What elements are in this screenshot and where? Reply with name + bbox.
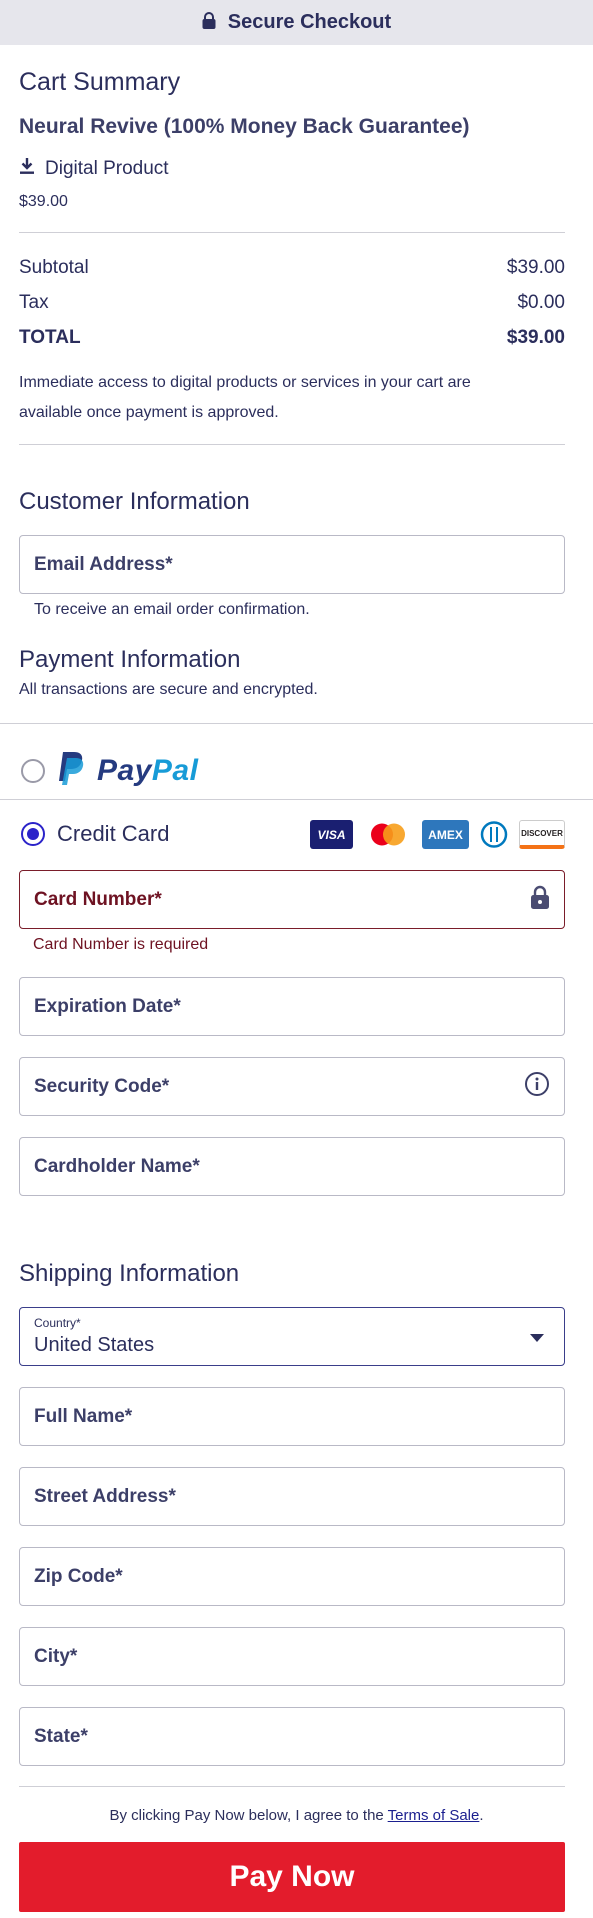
mastercard-icon <box>366 820 410 849</box>
cart-summary-heading: Cart Summary <box>19 68 181 96</box>
subtotal-value: $39.00 <box>506 257 565 278</box>
product-price: $39.00 <box>19 193 68 210</box>
divider <box>19 1786 565 1787</box>
payment-subheading: All transactions are secure and encrypte… <box>19 681 318 698</box>
email-hint: To receive an email order confirmation. <box>34 601 310 618</box>
header-title: Secure Checkout <box>227 11 392 33</box>
terms-of-sale-link[interactable]: Terms of Sale <box>388 1807 480 1824</box>
divider <box>0 723 593 724</box>
credit-card-option[interactable]: Credit Card <box>21 821 169 847</box>
lock-icon <box>202 11 216 34</box>
access-note-line: Immediate access to digital products or … <box>19 374 471 391</box>
credit-card-radio[interactable] <box>21 822 45 846</box>
country-select[interactable]: Country* United States <box>19 1307 565 1366</box>
access-note: Immediate access to digital products or … <box>19 368 565 428</box>
card-number-error: Card Number is required <box>33 936 209 953</box>
tax-label: Tax <box>19 292 49 313</box>
product-type-label: Digital Product <box>45 157 169 179</box>
diners-icon <box>478 820 510 849</box>
secure-checkout-header: Secure Checkout <box>0 0 593 45</box>
city-label: City* <box>34 1645 78 1667</box>
product-name: Neural Revive (100% Money Back Guarantee… <box>19 115 470 138</box>
email-label: Email Address* <box>34 553 173 575</box>
product-type: Digital Product <box>19 157 169 180</box>
state-field[interactable]: State* <box>19 1707 565 1766</box>
download-icon <box>19 157 35 180</box>
amex-icon: AMEX <box>422 820 469 849</box>
payment-info-heading: Payment Information <box>19 646 241 673</box>
zip-code-label: Zip Code* <box>34 1565 123 1587</box>
country-label: Country* <box>34 1316 81 1330</box>
zip-code-field[interactable]: Zip Code* <box>19 1547 565 1606</box>
security-code-field[interactable]: Security Code* <box>19 1057 565 1116</box>
divider <box>19 232 565 233</box>
subtotal-label: Subtotal <box>19 257 89 278</box>
cardholder-name-label: Cardholder Name* <box>34 1155 200 1177</box>
card-number-field[interactable]: Card Number* <box>19 870 565 929</box>
divider <box>19 444 565 445</box>
full-name-label: Full Name* <box>34 1405 133 1427</box>
cardholder-name-field[interactable]: Cardholder Name* <box>19 1137 565 1196</box>
terms-agreement: By clicking Pay Now below, I agree to th… <box>0 1807 593 1824</box>
credit-card-label: Credit Card <box>57 821 170 846</box>
tax-value: $0.00 <box>517 292 565 313</box>
discover-icon: DISCOVER <box>519 820 565 849</box>
terms-agreement-end: . <box>479 1807 484 1824</box>
state-label: State* <box>34 1725 88 1747</box>
security-code-label: Security Code* <box>34 1075 170 1097</box>
paypal-wordmark-pay: Pay <box>97 753 152 787</box>
expiration-date-label: Expiration Date* <box>34 995 181 1017</box>
full-name-field[interactable]: Full Name* <box>19 1387 565 1446</box>
total-label: TOTAL <box>19 327 81 348</box>
paypal-radio[interactable] <box>21 758 45 783</box>
pay-now-button[interactable]: Pay Now <box>19 1842 565 1912</box>
shipping-info-heading: Shipping Information <box>19 1260 240 1287</box>
lock-icon <box>530 885 550 914</box>
street-address-field[interactable]: Street Address* <box>19 1467 565 1526</box>
access-note-line: available once payment is approved. <box>19 404 279 421</box>
total-value: $39.00 <box>506 327 565 348</box>
total-row: TOTAL $39.00 <box>19 327 565 349</box>
country-value: United States <box>34 1334 155 1356</box>
paypal-wordmark-pal: Pal <box>151 753 199 787</box>
paypal-logo-icon <box>55 750 87 791</box>
email-field[interactable]: Email Address* <box>19 535 565 594</box>
info-icon[interactable] <box>524 1071 550 1102</box>
expiration-date-field[interactable]: Expiration Date* <box>19 977 565 1036</box>
street-address-label: Street Address* <box>34 1485 176 1507</box>
terms-agreement-text: By clicking Pay Now below, I agree to th… <box>109 1807 388 1824</box>
divider <box>0 799 593 800</box>
tax-row: Tax $0.00 <box>19 292 565 314</box>
chevron-down-icon <box>530 1334 544 1342</box>
city-field[interactable]: City* <box>19 1627 565 1686</box>
card-number-label: Card Number* <box>34 888 162 910</box>
customer-info-heading: Customer Information <box>19 488 250 515</box>
paypal-option[interactable]: PayPal <box>21 750 198 791</box>
paypal-wordmark: PayPal <box>97 754 198 788</box>
subtotal-row: Subtotal $39.00 <box>19 257 565 279</box>
visa-icon: VISA <box>310 820 353 849</box>
